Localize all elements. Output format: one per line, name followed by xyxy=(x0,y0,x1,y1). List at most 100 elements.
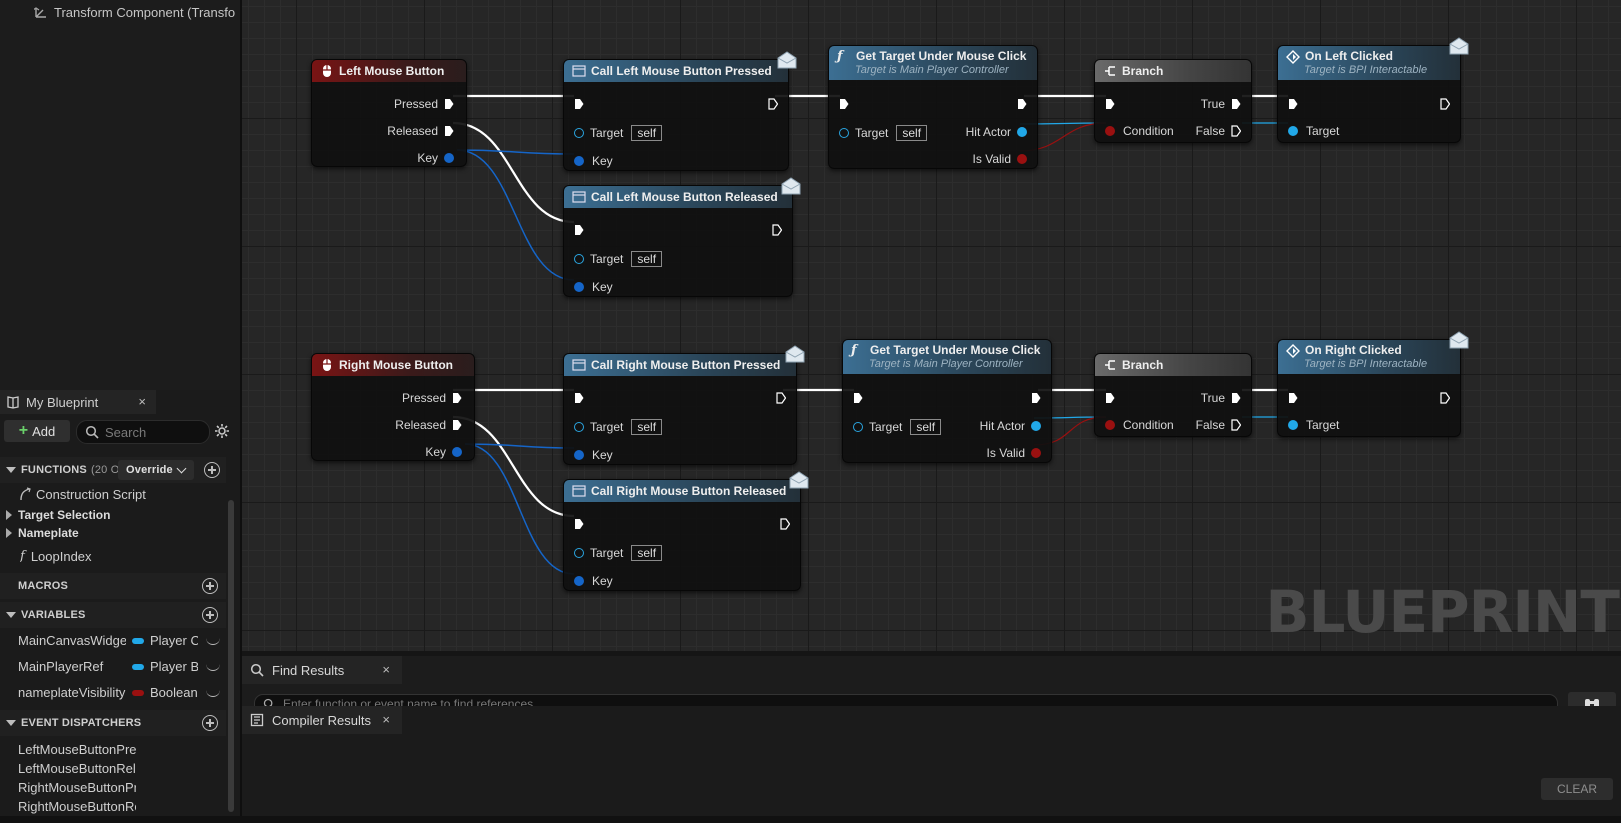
condition-pin[interactable] xyxy=(1105,126,1115,136)
tab-compiler-results[interactable]: Compiler Results × xyxy=(242,706,402,734)
exec-in-pin[interactable] xyxy=(839,98,849,110)
get-target-under-mouse-node[interactable]: ƒ Get Target Under Mouse Click Target is M… xyxy=(842,339,1052,463)
key-in-pin[interactable] xyxy=(574,450,584,460)
exec-out-pin[interactable] xyxy=(452,419,462,431)
output-pin[interactable]: True xyxy=(1201,96,1241,112)
target-in-pin[interactable] xyxy=(1288,420,1298,430)
output-pin[interactable] xyxy=(1440,390,1450,406)
variable-row[interactable]: MainPlayerRef Player B xyxy=(0,656,226,678)
input-pin[interactable] xyxy=(574,96,584,112)
self-value-box[interactable]: self xyxy=(631,251,663,267)
input-pin[interactable]: Target self xyxy=(574,419,663,435)
output-pin[interactable]: Key xyxy=(417,150,454,166)
self-value-box[interactable]: self xyxy=(631,125,663,141)
call-pressed-node[interactable]: Call Right Mouse Button Pressed Target sel… xyxy=(563,345,805,465)
is-valid-pin[interactable] xyxy=(1017,154,1027,164)
is-valid-pin[interactable] xyxy=(1031,448,1041,458)
true-exec-pin[interactable] xyxy=(1231,392,1241,404)
input-pin[interactable]: Target self xyxy=(853,419,942,435)
call-released-node[interactable]: Call Left Mouse Button Released Target sel… xyxy=(563,177,801,297)
visibility-eye-icon[interactable] xyxy=(206,688,220,697)
variables-section-header[interactable]: VARIABLES xyxy=(0,602,226,628)
input-pin[interactable]: Target xyxy=(1288,417,1339,433)
self-value-box[interactable]: self xyxy=(631,419,663,435)
exec-out-pin[interactable] xyxy=(1031,392,1041,404)
on-clicked-interface-node[interactable]: On Left Clicked Target is BPI Interactabl… xyxy=(1277,37,1469,143)
input-pin[interactable] xyxy=(853,390,863,406)
wire[interactable] xyxy=(456,149,575,281)
exec-in-pin[interactable] xyxy=(1105,98,1115,110)
exec-out-pin[interactable] xyxy=(1440,392,1450,404)
exec-in-pin[interactable] xyxy=(574,518,584,530)
add-variable-button[interactable] xyxy=(202,607,218,623)
input-pin[interactable] xyxy=(1105,96,1115,112)
output-pin[interactable]: Released xyxy=(387,123,454,139)
input-pin[interactable]: Target self xyxy=(574,125,663,141)
condition-pin[interactable] xyxy=(1105,420,1115,430)
output-pin[interactable]: Pressed xyxy=(394,96,454,112)
target-pin[interactable] xyxy=(574,422,584,432)
blueprint-graph[interactable]: Left Mouse Button Pressed Released Key Call … xyxy=(242,0,1621,651)
event-dispatcher-item[interactable]: LeftMouseButtonPre xyxy=(18,742,136,760)
exec-out-pin[interactable] xyxy=(776,392,786,404)
key-out-pin[interactable] xyxy=(444,153,454,163)
category-nameplate[interactable]: Nameplate xyxy=(6,524,79,542)
exec-out-pin[interactable] xyxy=(452,392,462,404)
output-pin[interactable] xyxy=(768,96,778,112)
input-event-node[interactable]: Left Mouse Button Pressed Released Key xyxy=(311,59,467,167)
variable-row[interactable]: nameplateVisibility Boolean xyxy=(0,682,226,704)
close-tab-button[interactable]: × xyxy=(138,394,146,409)
category-target-selection[interactable]: Target Selection xyxy=(6,506,110,524)
exec-out-pin[interactable] xyxy=(444,125,454,137)
call-pressed-node[interactable]: Call Left Mouse Button Pressed Target self… xyxy=(563,51,797,171)
input-event-node[interactable]: Right Mouse Button Pressed Released Key xyxy=(311,353,475,461)
component-item-transform[interactable]: Transform Component (Transfo xyxy=(34,3,235,21)
event-dispatcher-item[interactable]: RightMouseButtonPr xyxy=(18,780,136,798)
gear-icon[interactable] xyxy=(214,423,230,439)
target-pin[interactable] xyxy=(574,128,584,138)
target-pin[interactable] xyxy=(574,548,584,558)
exec-in-pin[interactable] xyxy=(1288,98,1298,110)
search-input[interactable]: Search xyxy=(76,420,210,444)
event-dispatcher-item[interactable]: LeftMouseButtonRele xyxy=(18,761,136,779)
wire[interactable] xyxy=(464,443,575,575)
target-pin[interactable] xyxy=(853,422,863,432)
input-pin[interactable] xyxy=(574,390,584,406)
input-pin[interactable]: Target xyxy=(1288,123,1339,139)
exec-out-pin[interactable] xyxy=(772,224,782,236)
input-pin[interactable] xyxy=(574,222,584,238)
functions-section-header[interactable]: FUNCTIONS (20 OVE Override xyxy=(0,457,226,483)
self-value-box[interactable]: self xyxy=(631,545,663,561)
visibility-eye-icon[interactable] xyxy=(206,636,220,645)
exec-in-pin[interactable] xyxy=(574,392,584,404)
wire[interactable] xyxy=(464,443,575,449)
branch-node[interactable]: Branch True Condition False xyxy=(1094,59,1252,143)
output-pin[interactable] xyxy=(1440,96,1450,112)
call-released-node[interactable]: Call Right Mouse Button Released Target se… xyxy=(563,471,809,591)
key-in-pin[interactable] xyxy=(574,282,584,292)
function-item-construction-script[interactable]: Construction Script xyxy=(18,485,146,503)
add-button[interactable]: + Add xyxy=(4,420,70,442)
close-tab-button[interactable]: × xyxy=(382,712,390,727)
target-pin[interactable] xyxy=(574,254,584,264)
input-pin[interactable]: Key xyxy=(574,153,613,169)
output-pin[interactable]: Released xyxy=(395,417,462,433)
event-dispatchers-section-header[interactable]: EVENT DISPATCHERS xyxy=(0,710,226,736)
target-pin[interactable] xyxy=(839,128,849,138)
exec-out-pin[interactable] xyxy=(444,98,454,110)
tab-my-blueprint[interactable]: My Blueprint × xyxy=(0,390,156,414)
clear-button[interactable]: CLEAR xyxy=(1541,778,1613,800)
wire[interactable] xyxy=(452,121,575,224)
input-pin[interactable]: Condition xyxy=(1105,123,1174,139)
output-pin[interactable]: Pressed xyxy=(402,390,462,406)
false-exec-pin[interactable] xyxy=(1231,419,1241,431)
target-in-pin[interactable] xyxy=(1288,126,1298,136)
variable-row[interactable]: MainCanvasWidget Player C xyxy=(0,630,226,652)
exec-in-pin[interactable] xyxy=(574,98,584,110)
output-pin[interactable]: False xyxy=(1196,123,1241,139)
input-pin[interactable]: Key xyxy=(574,573,613,589)
false-exec-pin[interactable] xyxy=(1231,125,1241,137)
output-pin[interactable] xyxy=(776,390,786,406)
close-tab-button[interactable]: × xyxy=(382,662,390,677)
exec-in-pin[interactable] xyxy=(574,224,584,236)
